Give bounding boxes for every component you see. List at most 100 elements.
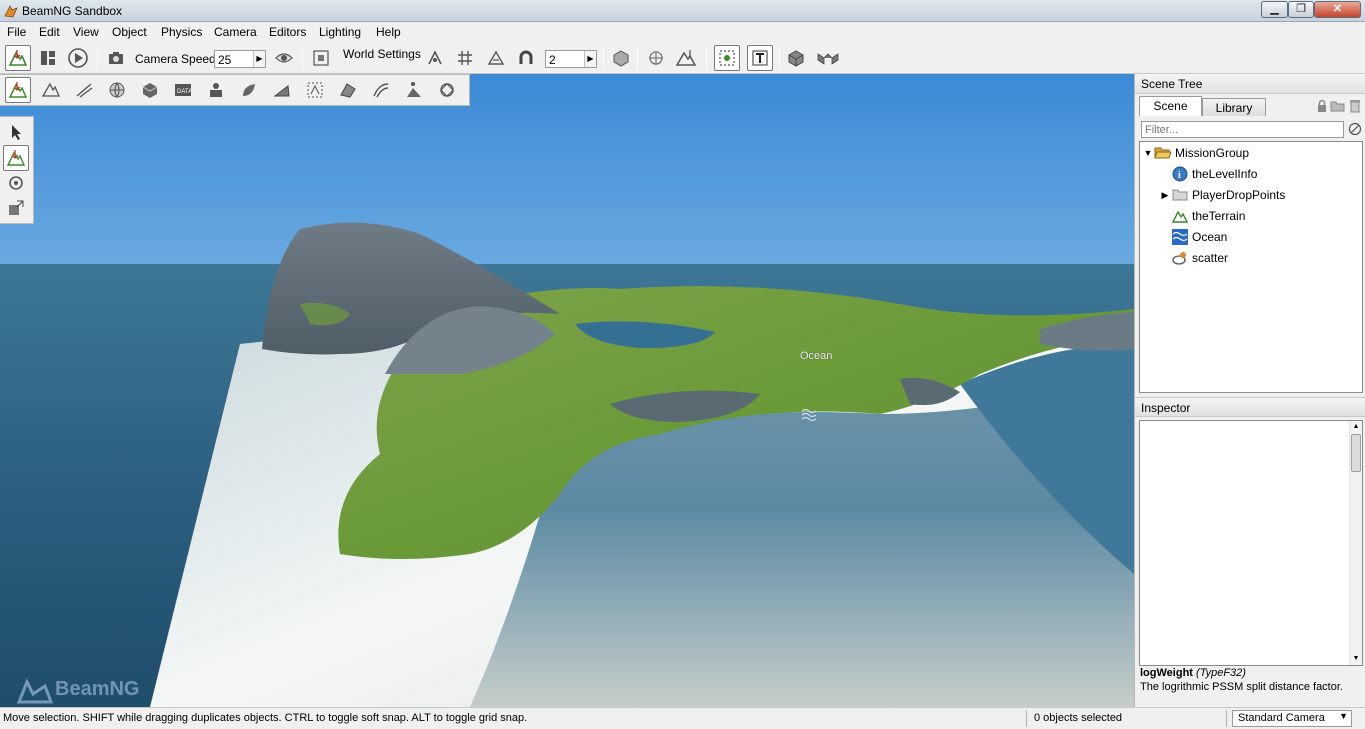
inspector-header: Inspector xyxy=(1135,397,1365,417)
scene-render[interactable] xyxy=(0,74,1134,707)
scrollbar-thumb[interactable] xyxy=(1351,434,1361,472)
particle-button[interactable] xyxy=(434,77,460,103)
snap-size-input[interactable]: 2 ▶ xyxy=(545,50,597,68)
tree-item-missiongroup[interactable]: ▼ MissionGroup xyxy=(1142,143,1250,163)
curve-icon xyxy=(373,83,389,98)
decal-editor-button[interactable] xyxy=(302,77,328,103)
inspector-panel[interactable]: ▲ ▼ xyxy=(1139,420,1363,666)
select-arrow-button[interactable] xyxy=(3,119,29,145)
arrow-cursor-icon xyxy=(12,125,21,140)
ocean-marker-icon[interactable] xyxy=(801,408,817,422)
globe-button[interactable] xyxy=(104,77,130,103)
lock-icon[interactable] xyxy=(1316,99,1328,113)
delete-icon[interactable] xyxy=(1349,99,1361,113)
menu-editors[interactable]: Editors xyxy=(269,25,306,39)
shape-button[interactable] xyxy=(137,77,163,103)
decal-icon xyxy=(307,82,323,98)
object-select-button[interactable] xyxy=(608,45,634,71)
bounds-snap-button[interactable] xyxy=(483,45,509,71)
maximize-button[interactable]: ❐ xyxy=(1288,1,1314,18)
menu-help[interactable]: Help xyxy=(376,25,401,39)
menu-file[interactable]: File xyxy=(7,25,26,39)
status-bar: Move selection. SHIFT while dragging dup… xyxy=(0,707,1365,729)
menu-camera[interactable]: Camera xyxy=(214,25,257,39)
viewport[interactable] xyxy=(0,74,1134,707)
main-toolbar: Camera Speed 25 ▶ World Settings 2 ▶ xyxy=(0,42,1365,74)
terrain-editor-button[interactable] xyxy=(5,45,31,71)
tree-item-label: theLevelInfo xyxy=(1192,167,1258,181)
menu-lighting[interactable]: Lighting xyxy=(319,25,361,39)
tree-item-label: Ocean xyxy=(1192,230,1228,244)
visibility-button[interactable] xyxy=(271,45,297,71)
center-button[interactable] xyxy=(643,45,669,71)
scale-icon xyxy=(9,200,24,215)
scroll-down-icon[interactable]: ▼ xyxy=(1350,653,1362,665)
inspector-scrollbar[interactable]: ▲ ▼ xyxy=(1349,421,1362,665)
scale-button[interactable] xyxy=(3,195,29,221)
terrain-drop-button[interactable] xyxy=(673,45,699,71)
toolbar-separator xyxy=(97,46,98,70)
terrain-select-button[interactable] xyxy=(5,77,31,103)
tab-scene[interactable]: Scene xyxy=(1139,96,1202,116)
beamng-watermark: BeamNG xyxy=(55,678,140,700)
window-title: BeamNG Sandbox xyxy=(22,4,123,18)
scatter-icon xyxy=(1171,250,1189,266)
tree-item-thelevelinfo[interactable]: i theLevelInfo xyxy=(1171,164,1257,184)
datablock-button[interactable]: DATA xyxy=(170,77,196,103)
filter-input[interactable] xyxy=(1141,121,1344,138)
terrain-outline-button[interactable] xyxy=(38,77,64,103)
tree-item-scatter[interactable]: scatter xyxy=(1171,248,1228,268)
chevron-down-icon[interactable]: ▼ xyxy=(1339,711,1348,721)
spin-right-icon[interactable]: ▶ xyxy=(584,51,596,67)
navmesh-button[interactable] xyxy=(401,77,427,103)
menu-edit[interactable]: Edit xyxy=(39,25,60,39)
toolbar-separator xyxy=(779,46,780,70)
forest-editor-button[interactable] xyxy=(236,77,262,103)
rotate-button[interactable] xyxy=(3,170,29,196)
camera-button[interactable] xyxy=(103,45,129,71)
svg-text:DATA: DATA xyxy=(177,89,192,95)
magnet-icon xyxy=(519,50,533,64)
tree-item-theterrain[interactable]: theTerrain xyxy=(1171,206,1245,226)
new-folder-icon[interactable] xyxy=(1330,100,1345,112)
cube-icon xyxy=(142,83,158,98)
road-editor-button[interactable] xyxy=(71,77,97,103)
move-button[interactable] xyxy=(3,145,29,171)
expand-icon[interactable]: ▶ xyxy=(1159,190,1171,201)
text-labels-button[interactable] xyxy=(747,45,773,71)
scroll-up-icon[interactable]: ▲ xyxy=(1350,421,1362,433)
tree-item-label: MissionGroup xyxy=(1175,146,1250,160)
clear-filter-icon[interactable] xyxy=(1348,122,1362,136)
decal-road-button[interactable] xyxy=(368,77,394,103)
camera-speed-input[interactable]: 25 ▶ xyxy=(214,50,266,68)
close-button[interactable]: ✕ xyxy=(1314,1,1361,18)
unpack-prefab-button[interactable] xyxy=(815,45,841,71)
selection-mode-button[interactable] xyxy=(714,45,740,71)
layout-button[interactable] xyxy=(35,45,61,71)
data-icon: DATA xyxy=(175,84,192,96)
tree-item-ocean[interactable]: Ocean xyxy=(1171,227,1227,247)
play-button[interactable] xyxy=(65,45,91,71)
app-icon xyxy=(4,5,18,18)
tab-library[interactable]: Library xyxy=(1202,98,1266,116)
camera-speed-value: 25 xyxy=(218,53,232,67)
ocean-object-label[interactable]: Ocean xyxy=(800,350,832,362)
river-editor-button[interactable] xyxy=(269,77,295,103)
magnet-button[interactable] xyxy=(513,45,539,71)
menu-physics[interactable]: Physics xyxy=(161,25,202,39)
minimize-button[interactable]: ▁ xyxy=(1261,1,1288,18)
world-settings-label[interactable]: World Settings xyxy=(343,47,421,61)
mesh-road-button[interactable] xyxy=(335,77,361,103)
menu-object[interactable]: Object xyxy=(112,25,147,39)
fit-view-button[interactable] xyxy=(308,45,334,71)
mountain-icon xyxy=(41,82,61,97)
collapse-icon[interactable]: ▼ xyxy=(1142,148,1154,158)
prefab-button[interactable] xyxy=(783,45,809,71)
tree-item-playerdroppoints[interactable]: ▶ PlayerDropPoints xyxy=(1159,185,1286,205)
menu-view[interactable]: View xyxy=(73,25,99,39)
spawn-button[interactable] xyxy=(203,77,229,103)
camera-mode-select[interactable]: Standard Camera ▼ xyxy=(1232,710,1352,727)
spin-right-icon[interactable]: ▶ xyxy=(253,51,265,67)
snap-terrain-button[interactable] xyxy=(422,45,448,71)
grid-snap-button[interactable] xyxy=(452,45,478,71)
